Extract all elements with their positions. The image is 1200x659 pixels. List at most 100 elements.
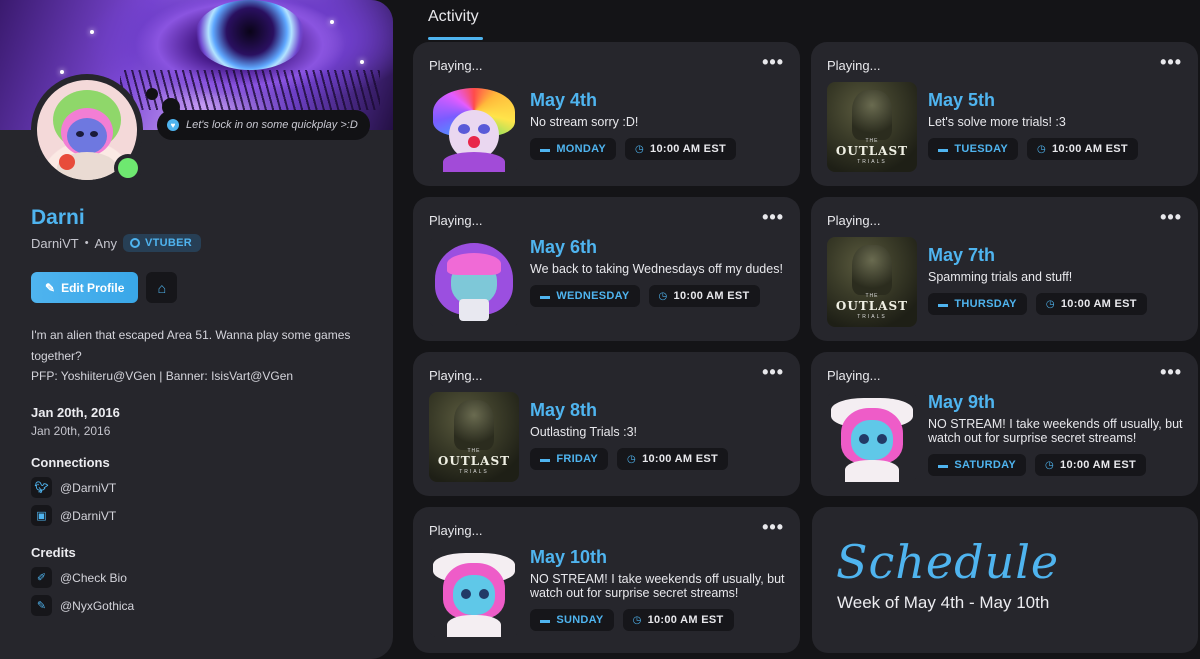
more-options-icon[interactable]: ••• <box>762 207 784 228</box>
day-chip: ▬ FRIDAY <box>530 448 609 470</box>
day-chip: ▬ SUNDAY <box>530 609 614 631</box>
time-chip: ◷ 10:00 AM EST <box>1035 293 1147 315</box>
activity-card: Playing... ••• May 10th NO STREAM! I tak… <box>413 507 800 653</box>
calendar-icon: ▬ <box>938 143 949 155</box>
day-chip: ▬ MONDAY <box>530 138 616 160</box>
clock-icon: ◷ <box>1036 143 1046 155</box>
time-chip: ◷ 10:00 AM EST <box>1035 454 1146 476</box>
twitter-icon: 🐦︎ <box>31 477 52 498</box>
game-thumbnail <box>827 392 917 482</box>
credit-item[interactable]: ✎ @NyxGothica <box>31 595 134 616</box>
game-thumbnail <box>429 547 519 637</box>
schedule-description: We back to taking Wednesdays off my dude… <box>530 262 783 276</box>
status-text: Let's lock in on some quickplay >:D <box>186 119 358 131</box>
more-options-icon[interactable]: ••• <box>762 52 784 73</box>
game-thumbnail <box>429 82 519 172</box>
twitch-icon: ▣ <box>31 505 52 526</box>
calendar-icon: ▬ <box>540 614 551 626</box>
schedule-description: Let's solve more trials! :3 <box>928 115 1066 129</box>
calendar-icon: ▬ <box>540 143 551 155</box>
schedule-date: May 5th <box>928 90 996 110</box>
clock-icon: ◷ <box>632 614 642 626</box>
more-options-icon[interactable]: ••• <box>762 362 784 383</box>
schedule-description: No stream sorry :D! <box>530 115 639 129</box>
home-icon: ⌂ <box>157 279 167 296</box>
calendar-icon: ▬ <box>938 298 949 310</box>
pronouns: Any <box>94 235 117 251</box>
schedule-date: May 8th <box>530 400 598 420</box>
clock-icon: ◷ <box>627 453 637 465</box>
edit-profile-button[interactable]: ✎ Edit Profile <box>31 272 139 303</box>
schedule-description: Spamming trials and stuff! <box>928 270 1073 284</box>
clock-icon: ◷ <box>1045 459 1055 471</box>
activity-card: Playing... ••• THE OUTLAST TRIALS May 7t… <box>811 197 1198 341</box>
schedule-date: May 7th <box>928 245 996 265</box>
day-chip: ▬ WEDNESDAY <box>530 285 640 307</box>
schedule-date: May 10th <box>530 547 608 567</box>
more-options-icon[interactable]: ••• <box>1160 362 1182 383</box>
credits-title: Credits <box>31 545 76 560</box>
schedule-date: May 6th <box>530 237 598 257</box>
activity-card: Playing... ••• May 9th NO STREAM! I take… <box>811 352 1198 496</box>
custom-status: ♥ Let's lock in on some quickplay >:D <box>157 110 370 140</box>
brush-icon: ✐ <box>31 567 52 588</box>
playing-label: Playing... <box>429 523 483 538</box>
member-since-title: Jan 20th, 2016 <box>31 405 120 420</box>
connection-twitter[interactable]: 🐦︎ @DarniVT <box>31 477 116 498</box>
activity-card: Playing... ••• THE OUTLAST TRIALS May 5t… <box>811 42 1198 186</box>
pencil-icon: ✎ <box>45 280 56 295</box>
credit-item[interactable]: ✐ @Check Bio <box>31 567 127 588</box>
heart-icon: ♥ <box>167 119 179 131</box>
time-chip: ◷ 10:00 AM EST <box>1026 138 1138 160</box>
more-options-icon[interactable]: ••• <box>1160 207 1182 228</box>
activity-card: Playing... ••• May 6th We back to taking… <box>413 197 800 341</box>
schedule-description: NO STREAM! I take weekends off usually, … <box>928 417 1183 445</box>
schedule-description: NO STREAM! I take weekends off usually, … <box>530 572 785 600</box>
clock-icon: ◷ <box>1045 298 1055 310</box>
tab-activity[interactable]: Activity <box>428 8 479 26</box>
schedule-date: May 4th <box>530 90 598 110</box>
schedule-date: May 9th <box>928 392 996 412</box>
more-options-icon[interactable]: ••• <box>762 517 784 538</box>
playing-label: Playing... <box>429 213 483 228</box>
time-chip: ◷ 10:00 AM EST <box>625 138 736 160</box>
calendar-icon: ▬ <box>540 453 551 465</box>
activity-card: Playing... ••• May 4th No stream sorry :… <box>413 42 800 186</box>
game-thumbnail <box>429 237 519 327</box>
profile-card: ♥ Let's lock in on some quickplay >:D Da… <box>0 0 393 659</box>
game-thumbnail: THE OUTLAST TRIALS <box>827 237 917 327</box>
active-tab-indicator <box>428 37 483 40</box>
connection-twitch[interactable]: ▣ @DarniVT <box>31 505 116 526</box>
pen-icon: ✎ <box>31 595 52 616</box>
playing-label: Playing... <box>827 213 881 228</box>
time-chip: ◷ 10:00 AM EST <box>617 448 729 470</box>
schedule-description: Outlasting Trials :3! <box>530 425 637 439</box>
playing-label: Playing... <box>429 368 483 383</box>
display-name: Darni <box>31 206 85 229</box>
activity-card: Playing... ••• THE OUTLAST TRIALS May 8t… <box>413 352 800 496</box>
day-chip: ▬ TUESDAY <box>928 138 1018 160</box>
calendar-icon: ▬ <box>540 290 551 302</box>
game-thumbnail: THE OUTLAST TRIALS <box>827 82 917 172</box>
badge-icon <box>129 238 140 248</box>
schedule-subtitle: Week of May 4th - May 10th <box>837 593 1050 612</box>
playing-label: Playing... <box>827 58 881 73</box>
more-options-icon[interactable]: ••• <box>1160 52 1182 73</box>
day-chip: ▬ THURSDAY <box>928 293 1027 315</box>
vtuber-badge: VTUBER <box>122 234 201 252</box>
day-chip: ▬ SATURDAY <box>928 454 1026 476</box>
member-since-date: Jan 20th, 2016 <box>31 424 111 438</box>
clock-icon: ◷ <box>658 290 668 302</box>
playing-label: Playing... <box>827 368 881 383</box>
game-thumbnail: THE OUTLAST TRIALS <box>429 392 519 482</box>
schedule-title: Schedule <box>836 535 1060 589</box>
time-chip: ◷ 10:00 AM EST <box>622 609 734 631</box>
username: DarniVT <box>31 235 79 251</box>
connections-title: Connections <box>31 455 110 470</box>
home-button[interactable]: ⌂ <box>146 272 178 303</box>
profile-actions: ✎ Edit Profile ⌂ <box>31 272 178 303</box>
time-chip: ◷ 10:00 AM EST <box>648 285 760 307</box>
playing-label: Playing... <box>429 58 483 73</box>
schedule-card: Schedule Week of May 4th - May 10th <box>812 507 1198 653</box>
calendar-icon: ▬ <box>938 459 949 471</box>
